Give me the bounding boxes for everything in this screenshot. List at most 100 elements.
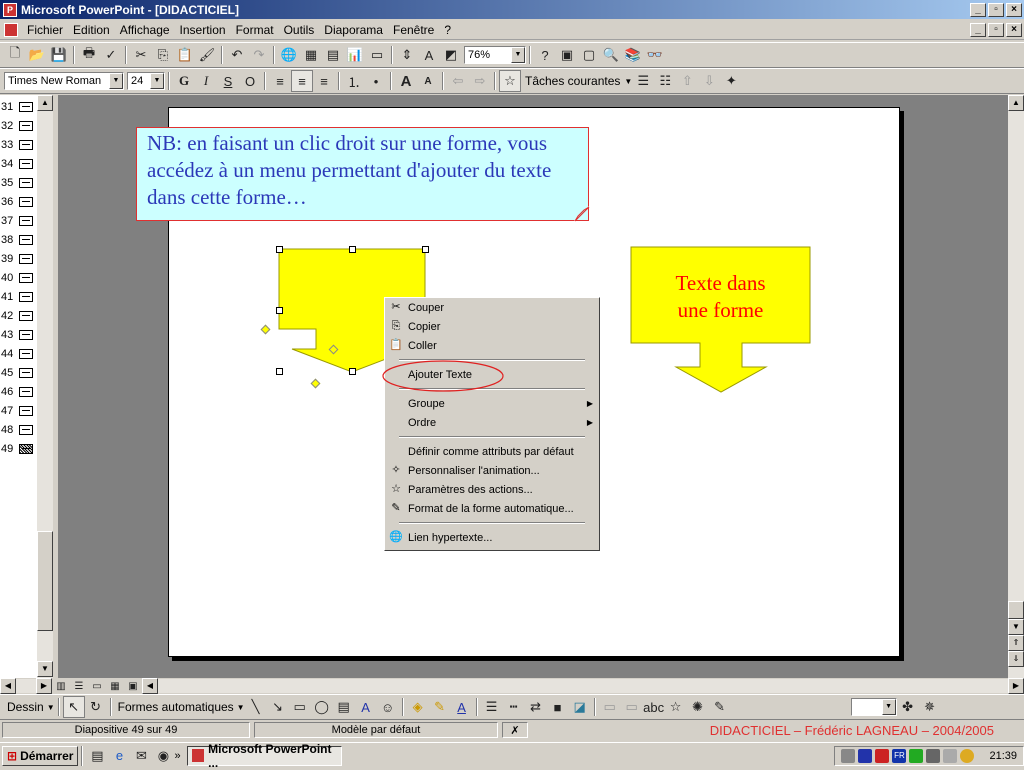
3d-icon[interactable]: ◪ [569,696,591,718]
slide-view-icon[interactable]: ▭ [88,678,106,694]
tables-icon[interactable]: ▦ [300,44,322,66]
demote-icon[interactable]: ⇨ [469,70,491,92]
sorter-view-icon[interactable]: ▦ [106,678,124,694]
arrow-style-icon[interactable]: ⇄ [525,696,547,718]
shadow-icon[interactable]: ■ [547,696,569,718]
italic-button[interactable]: I [195,70,217,92]
insert-chart-icon[interactable]: 📊 [344,44,366,66]
menu-format[interactable]: Format [231,23,279,37]
menu-item-order[interactable]: Ordre ▶ [385,413,599,432]
increase-font-icon[interactable]: A [395,70,417,92]
common-tasks-menu[interactable]: Tâches courantes [525,74,620,88]
decrease-font-icon[interactable]: A [417,70,439,92]
prev-slide-button[interactable]: ⇑ [1008,635,1024,651]
start-button[interactable]: ⊞ Démarrer [2,745,79,766]
hyperlink-icon[interactable]: 🌐 [278,44,300,66]
rectangle-tool-icon[interactable]: ▭ [289,696,311,718]
menu-diaporama[interactable]: Diaporama [319,23,388,37]
document-icon[interactable] [4,22,18,37]
powerpoint-app-icon[interactable]: P [3,2,17,17]
outline-hscroll-left[interactable]: ◀ [0,678,16,694]
resize-handle-tl[interactable] [276,246,283,253]
menu-edition[interactable]: Edition [68,23,115,37]
menu-fichier[interactable]: Fichier [22,23,68,37]
move-up-icon[interactable]: ⇧ [676,70,698,92]
resize-handle-bc[interactable] [349,368,356,375]
new-slide-icon[interactable]: ▭ [366,44,388,66]
minimize-button[interactable]: _ [970,2,986,17]
bullets-icon[interactable]: • [365,70,387,92]
quick-launch-more[interactable]: » [174,750,180,762]
slide-hscroll-left[interactable]: ◀ [142,678,158,694]
bold-button[interactable]: G [173,70,195,92]
grayscale-icon[interactable]: ◩ [440,44,462,66]
outline-scrollbar[interactable]: ▲ ▼ [37,95,53,678]
outline-scroll-down[interactable]: ▼ [37,661,53,677]
font-dropdown-arrow[interactable]: ▼ [109,73,123,89]
copy-icon[interactable]: ⎘ [152,44,174,66]
tray-messenger-icon[interactable] [960,748,975,763]
menu-item-action-settings[interactable]: ☆ Paramètres des actions... [385,480,599,499]
volume-icon[interactable] [841,748,856,763]
menu-item-cut[interactable]: ✂ Couper [385,298,599,317]
tray-device-icon[interactable] [926,748,941,763]
menu-item-hyperlink[interactable]: 🌐 Lien hypertexte... [385,528,599,547]
menu-item-custom-animation[interactable]: ✧ Personnaliser l'animation... [385,461,599,480]
menu-help[interactable]: ? [439,23,456,37]
resize-handle-tc[interactable] [349,246,356,253]
tasks-dropdown-arrow[interactable]: ▼ [624,77,632,86]
spell-status-icon[interactable]: ✗ [502,722,528,738]
autoshapes-dropdown-arrow[interactable]: ▼ [237,703,245,712]
line-tool-icon[interactable]: ╲ [245,696,267,718]
help-icon[interactable]: ? [534,44,556,66]
outline-hscroll-right[interactable]: ▶ [36,678,52,694]
undo-icon[interactable]: ↶ [226,44,248,66]
tray-connection-icon[interactable] [943,748,958,763]
menu-item-copy[interactable]: ⎘ Copier [385,317,599,336]
more-effects-icon[interactable]: ✵ [919,696,941,718]
align-left-icon[interactable]: ≡ [269,70,291,92]
line-style-icon[interactable]: ☰ [481,696,503,718]
size-dropdown-arrow[interactable]: ▼ [150,73,164,89]
quick-launch-media-icon[interactable]: ◉ [152,745,174,767]
resize-handle-tr[interactable] [422,246,429,253]
network-icon[interactable] [858,748,873,763]
show-formatting-icon[interactable]: A [418,44,440,66]
dash-style-icon[interactable]: ┅ [503,696,525,718]
toolbar-disabled-2-icon[interactable]: ▭ [621,696,643,718]
slide-scroll-down[interactable]: ▼ [1008,619,1024,635]
tray-app-icon[interactable] [909,748,924,763]
redo-icon[interactable]: ↷ [248,44,270,66]
menu-item-paste[interactable]: 📋 Coller [385,336,599,355]
close-button[interactable]: × [1006,2,1022,17]
font-size-combo[interactable]: 24 ▼ [127,72,165,90]
line-spacing-icon[interactable]: ☰ [632,70,654,92]
draw-dropdown-arrow[interactable]: ▼ [47,703,55,712]
select-pointer-icon[interactable]: ↖ [62,696,85,718]
expand-all-icon[interactable]: ⇕ [396,44,418,66]
shadow-button[interactable]: O [239,70,261,92]
align-center-icon[interactable]: ≡ [291,70,313,92]
resize-handle-ml[interactable] [276,307,283,314]
drawing-combo[interactable]: ▼ [850,698,897,716]
menu-outils[interactable]: Outils [279,23,320,37]
clipart-icon[interactable]: ☺ [377,696,399,718]
menu-item-format-autoshape[interactable]: ✎ Format de la forme automatique... [385,499,599,518]
wordart-icon[interactable]: A [355,696,377,718]
quick-launch-outlook-icon[interactable]: ✉ [130,745,152,767]
menu-insertion[interactable]: Insertion [175,23,231,37]
doc-restore-button[interactable]: ▫ [988,22,1004,37]
save-icon[interactable]: 💾 [48,44,70,66]
animation-icon[interactable]: ✦ [720,70,742,92]
research-icon[interactable]: 📚 [622,44,644,66]
zoom-combo[interactable]: 76% ▼ [464,46,526,64]
quick-launch-ie-icon[interactable]: e [108,745,130,767]
insert-table-icon[interactable]: ▤ [322,44,344,66]
promote-icon[interactable]: ⇦ [447,70,469,92]
free-rotate-icon[interactable]: ↻ [85,696,107,718]
slide-scroll-thumb[interactable] [1008,601,1024,619]
slide-scrollbar[interactable]: ▲ ▼ ⇑ ⇓ [1008,95,1024,678]
slide-hscroll-right[interactable]: ▶ [1008,678,1024,694]
note-textbox[interactable]: NB: en faisant un clic droit sur une for… [136,127,589,221]
numbering-icon[interactable]: ⒈ [343,70,365,92]
